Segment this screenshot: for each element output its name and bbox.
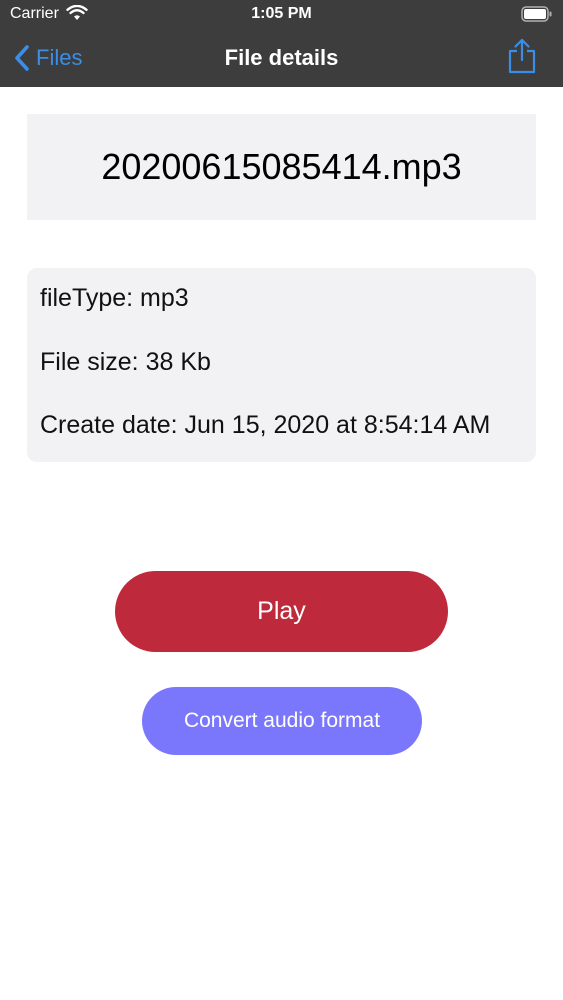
status-bar: Carrier 1:05 PM — [0, 0, 563, 30]
share-icon[interactable] — [507, 38, 537, 74]
play-button[interactable]: Play — [115, 571, 448, 652]
create-date-label: Create date: Jun 15, 2020 at 8:54:14 AM — [40, 411, 491, 439]
file-details-card: fileType: mp3 File size: 38 Kb Create da… — [27, 268, 536, 462]
file-name: 20200615085414.mp3 — [101, 146, 462, 187]
battery-icon — [521, 6, 552, 22]
navigation-bar: Files File details — [0, 30, 563, 87]
top-bar: Carrier 1:05 PM Files File details — [0, 0, 563, 87]
file-details-screen: Carrier 1:05 PM Files File details 20200… — [0, 0, 563, 1000]
convert-audio-format-button[interactable]: Convert audio format — [142, 687, 422, 755]
filename-card: 20200615085414.mp3 — [27, 114, 536, 220]
status-time: 1:05 PM — [251, 5, 312, 22]
file-size-label: File size: 38 Kb — [40, 348, 211, 376]
file-type-label: fileType: mp3 — [40, 284, 189, 312]
page-title: File details — [224, 45, 339, 70]
